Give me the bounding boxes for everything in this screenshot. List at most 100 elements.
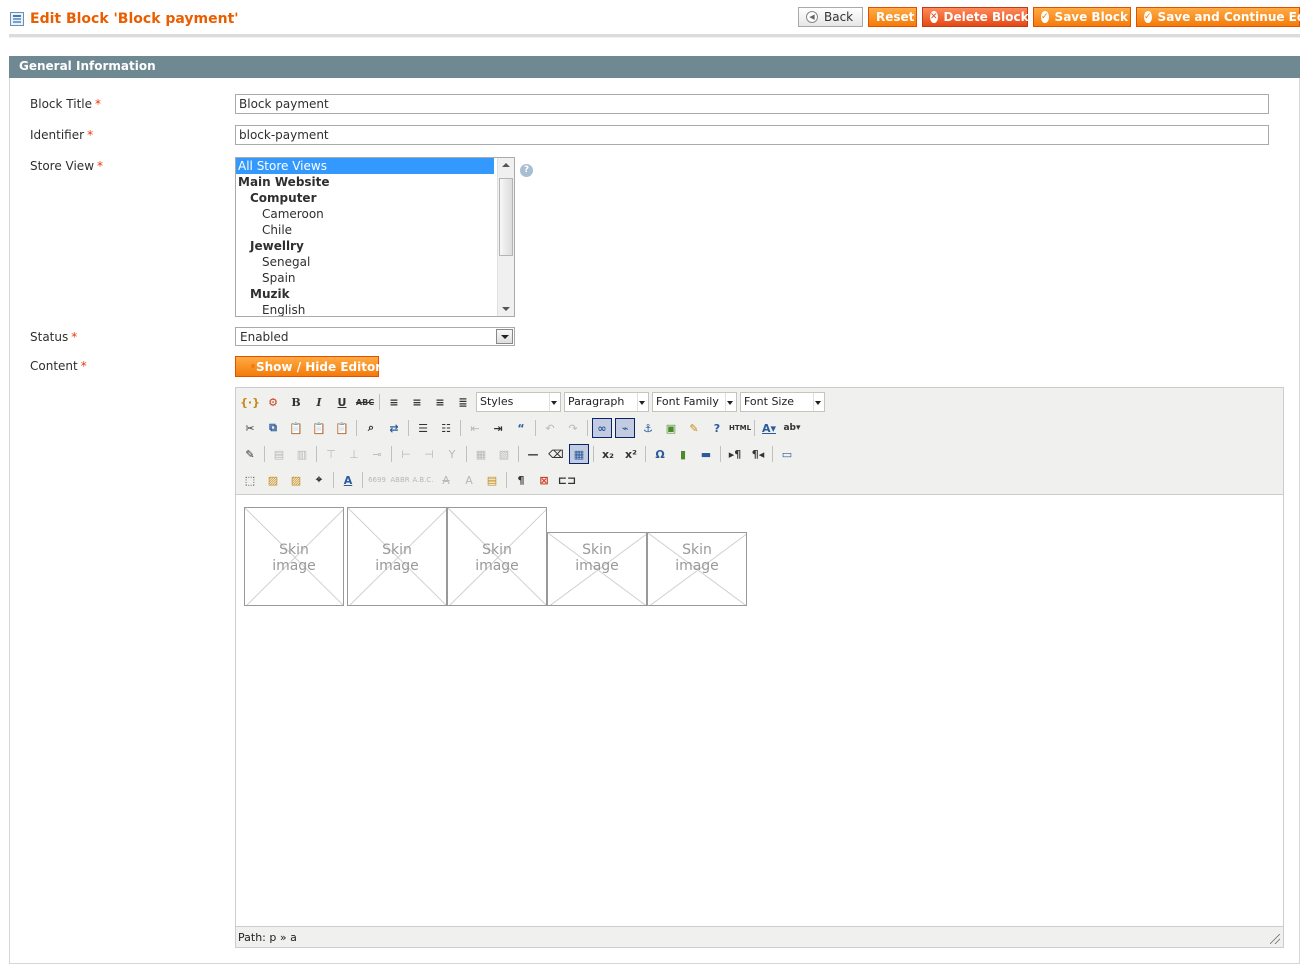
undo-icon[interactable]: ↶ <box>540 418 560 438</box>
rtl-icon[interactable]: ¶◂ <box>748 444 768 464</box>
skin-image-placeholder[interactable]: Skin image <box>347 507 447 606</box>
store-view-option[interactable]: Senegal <box>236 254 494 270</box>
font-size-select[interactable]: Font Size <box>740 392 825 412</box>
cut-icon[interactable]: ✂ <box>240 418 260 438</box>
skin-image-placeholder[interactable]: Skin image <box>547 532 647 606</box>
cite-icon[interactable]: 6699 <box>367 470 387 490</box>
subscript-icon[interactable]: x₂ <box>598 444 618 464</box>
background-color-icon[interactable]: ab▾ <box>782 418 802 438</box>
text-color-icon[interactable]: A▾ <box>759 418 779 438</box>
help-icon[interactable]: ? <box>520 164 533 177</box>
find-icon[interactable]: ⌕ <box>361 418 381 438</box>
insert-row-after-icon[interactable]: ⊥ <box>344 444 364 464</box>
styleprops-icon[interactable]: A <box>338 470 358 490</box>
paste-icon[interactable]: 📋 <box>286 418 306 438</box>
italic-icon[interactable]: I <box>309 392 329 412</box>
identifier-input[interactable]: block-payment <box>235 125 1269 145</box>
back-button[interactable]: ◀ Back <box>798 7 863 27</box>
insert-col-after-icon[interactable]: ⊣ <box>419 444 439 464</box>
delete-text-icon[interactable]: A <box>436 470 456 490</box>
redo-icon[interactable]: ↷ <box>563 418 583 438</box>
insert-text-icon[interactable]: A <box>459 470 479 490</box>
store-view-scrollbar[interactable] <box>497 158 514 316</box>
store-view-option[interactable]: Jewellry <box>236 238 494 254</box>
delete-row-icon[interactable]: ⊸ <box>367 444 387 464</box>
reset-button[interactable]: Reset <box>868 7 917 27</box>
advanced-hr-icon[interactable]: ▬ <box>696 444 716 464</box>
table-row-props-icon[interactable]: ▤ <box>269 444 289 464</box>
paste-text-icon[interactable]: 📋 <box>309 418 329 438</box>
align-justify-icon[interactable]: ≣ <box>453 392 473 412</box>
insert-col-before-icon[interactable]: ⊢ <box>396 444 416 464</box>
superscript-icon[interactable]: x² <box>621 444 641 464</box>
bullet-list-icon[interactable]: ☰ <box>413 418 433 438</box>
non-breaking-icon[interactable]: ⊠ <box>534 470 554 490</box>
store-view-option[interactable]: Cameroon <box>236 206 494 222</box>
paragraph-select[interactable]: Paragraph <box>564 392 649 412</box>
store-view-option[interactable]: Muzik <box>236 286 494 302</box>
insert-variable-icon[interactable]: {·} <box>240 392 260 412</box>
font-family-select[interactable]: Font Family <box>652 392 737 412</box>
skin-image-placeholder[interactable]: Skin image <box>447 507 547 606</box>
skin-image-placeholder[interactable]: Skin image <box>647 532 747 606</box>
strikethrough-icon[interactable]: ABC <box>355 392 375 412</box>
visual-chars-icon[interactable]: ¶ <box>511 470 531 490</box>
resize-grip-icon[interactable] <box>1270 934 1280 944</box>
paste-word-icon[interactable]: 📋 <box>332 418 352 438</box>
horizontal-rule-icon[interactable]: — <box>523 444 543 464</box>
scroll-up-icon[interactable] <box>502 163 510 167</box>
insert-layer-icon[interactable]: ⬚ <box>240 470 260 490</box>
replace-icon[interactable]: ⇄ <box>384 418 404 438</box>
cleanup-icon[interactable]: ✎ <box>684 418 704 438</box>
bold-icon[interactable]: B <box>286 392 306 412</box>
delete-block-button[interactable]: ✕ Delete Block <box>922 7 1029 27</box>
html-source-icon[interactable]: HTML <box>729 418 751 438</box>
store-view-multiselect[interactable]: All Store Views Main Website Computer Camer… <box>235 157 515 317</box>
store-view-option[interactable]: Spain <box>236 270 494 286</box>
insert-row-before-icon[interactable]: ⊤ <box>321 444 341 464</box>
delete-col-icon[interactable]: Y <box>442 444 462 464</box>
move-forward-icon[interactable]: ▨ <box>263 470 283 490</box>
media-icon[interactable]: ▮ <box>673 444 693 464</box>
split-cells-icon[interactable]: ▦ <box>471 444 491 464</box>
blockquote-icon[interactable]: “ <box>511 418 531 438</box>
anchor-icon[interactable]: ⚓ <box>638 418 658 438</box>
scroll-thumb[interactable] <box>499 178 513 256</box>
abbreviation-icon[interactable]: A.B.C. <box>412 470 433 490</box>
store-view-option[interactable]: Main Website <box>236 174 494 190</box>
page-break-icon[interactable]: ⊏⊐ <box>557 470 577 490</box>
numbered-list-icon[interactable]: ☷ <box>436 418 456 438</box>
align-center-icon[interactable]: ≡ <box>407 392 427 412</box>
store-view-option[interactable]: English <box>236 302 494 316</box>
save-block-button[interactable]: ✓ Save Block <box>1033 7 1131 27</box>
store-view-option[interactable]: Computer <box>236 190 494 206</box>
skin-image-placeholder[interactable]: Skin image <box>244 507 344 606</box>
attributes-icon[interactable]: ▤ <box>482 470 502 490</box>
table-cell-props-icon[interactable]: ▥ <box>292 444 312 464</box>
insert-image-icon[interactable]: ▣ <box>661 418 681 438</box>
visual-aid-icon[interactable]: ▦ <box>569 444 589 464</box>
save-continue-button[interactable]: ✓ Save and Continue Edit <box>1136 7 1307 27</box>
absolute-position-icon[interactable]: ⌖ <box>309 470 329 490</box>
outdent-icon[interactable]: ⇤ <box>465 418 485 438</box>
store-view-option[interactable]: Chile <box>236 222 494 238</box>
edit-icon[interactable]: ✎ <box>240 444 260 464</box>
help-editor-icon[interactable]: ? <box>707 418 727 438</box>
status-select[interactable]: Enabled <box>235 327 515 346</box>
remove-format-icon[interactable]: ⌫ <box>546 444 566 464</box>
align-left-icon[interactable]: ≡ <box>384 392 404 412</box>
move-backward-icon[interactable]: ▨ <box>286 470 306 490</box>
unlink-icon[interactable]: ⌁ <box>615 418 635 438</box>
block-title-input[interactable]: Block payment <box>235 94 1269 114</box>
store-view-option[interactable]: All Store Views <box>236 158 494 174</box>
fullscreen-icon[interactable]: ▭ <box>777 444 797 464</box>
indent-icon[interactable]: ⇥ <box>488 418 508 438</box>
underline-icon[interactable]: U <box>332 392 352 412</box>
styles-select[interactable]: Styles <box>476 392 561 412</box>
align-right-icon[interactable]: ≡ <box>430 392 450 412</box>
merge-cells-icon[interactable]: ▧ <box>494 444 514 464</box>
link-icon[interactable]: ∞ <box>592 418 612 438</box>
special-char-icon[interactable]: Ω <box>650 444 670 464</box>
copy-icon[interactable]: ⧉ <box>263 418 283 438</box>
show-hide-editor-button[interactable]: Show / Hide Editor <box>235 356 381 377</box>
